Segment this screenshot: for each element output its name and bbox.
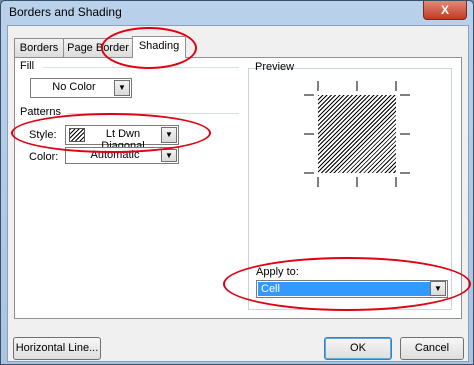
- color-label: Color:: [29, 151, 59, 163]
- fill-section-label: Fill: [20, 60, 35, 72]
- apply-to-value: Cell: [258, 282, 430, 296]
- patterns-separator: [67, 113, 239, 114]
- cancel-button[interactable]: Cancel: [400, 337, 464, 360]
- pattern-color-dropdown[interactable]: Automatic ▼: [65, 147, 179, 164]
- dialog-title: Borders and Shading: [9, 5, 122, 19]
- chevron-down-icon: ▼: [161, 149, 177, 162]
- ok-button[interactable]: OK: [324, 337, 392, 360]
- patterns-section-label: Patterns: [20, 106, 61, 118]
- pattern-swatch-icon: [69, 128, 85, 142]
- fill-color-value: No Color: [52, 81, 96, 93]
- dialog-window: Borders and Shading X Borders Page Borde…: [0, 0, 474, 365]
- chevron-down-icon: ▼: [114, 80, 130, 96]
- preview-crop-marks: [304, 81, 410, 187]
- pattern-style-dropdown[interactable]: Lt Dwn Diagonal ▼: [65, 125, 179, 152]
- fill-separator: [43, 67, 239, 68]
- pattern-color-value: Automatic: [90, 149, 140, 161]
- tab-page-border[interactable]: Page Border: [63, 38, 133, 57]
- horizontal-line-button[interactable]: Horizontal Line...: [13, 337, 101, 360]
- chevron-down-icon: ▼: [161, 127, 177, 143]
- close-icon: X: [440, 3, 449, 17]
- chevron-down-icon: ▼: [430, 281, 446, 296]
- fill-color-dropdown[interactable]: No Color ▼: [30, 78, 132, 98]
- style-label: Style:: [29, 129, 57, 141]
- preview-section-label: Preview: [255, 61, 295, 73]
- tab-shading[interactable]: Shading: [132, 36, 186, 58]
- apply-to-label: Apply to:: [256, 266, 299, 278]
- tab-borders[interactable]: Borders: [14, 38, 64, 57]
- dialog-client: Borders Page Border Shading Fill No Colo…: [7, 25, 469, 362]
- close-button[interactable]: X: [423, 1, 467, 20]
- apply-to-dropdown[interactable]: Cell ▼: [256, 280, 448, 298]
- title-bar: Borders and Shading X: [1, 1, 473, 23]
